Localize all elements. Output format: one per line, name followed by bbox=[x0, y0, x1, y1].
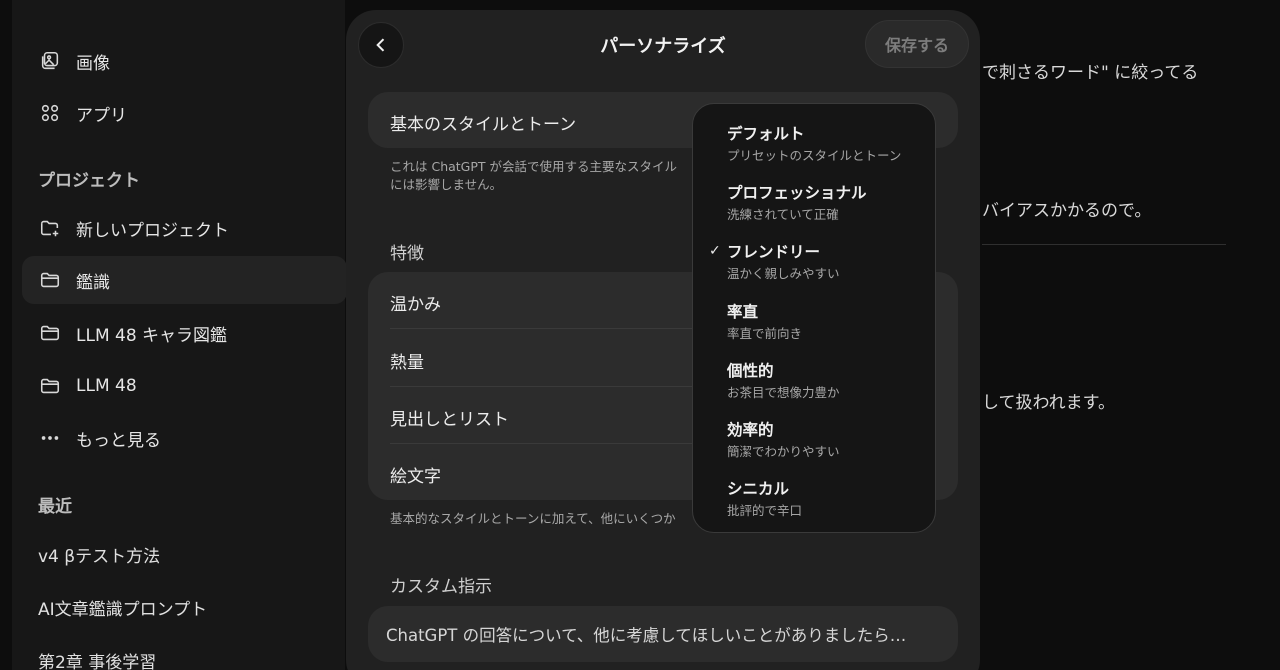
chat-text-line: して扱われます。 bbox=[982, 393, 1115, 413]
checkmark-icon: ✓ bbox=[709, 243, 721, 259]
option-description: 批評的で辛口 bbox=[727, 503, 803, 518]
option-label: 率直 bbox=[727, 303, 759, 321]
option-label: フレンドリー bbox=[727, 243, 821, 261]
custom-instructions-input[interactable]: ChatGPT の回答について、他に考慮してほしいことがありましたら… bbox=[368, 606, 958, 662]
sidebar-item-label: 画像 bbox=[76, 53, 110, 74]
base-style-description: これは ChatGPT が会話で使用する主要なスタイル bbox=[390, 159, 678, 174]
recent-chat-item[interactable]: v4 βテスト方法 bbox=[38, 542, 160, 567]
sidebar-item-project-llm48[interactable]: LLM 48 bbox=[22, 362, 347, 410]
folder-icon bbox=[38, 321, 62, 345]
sidebar-edge bbox=[0, 0, 12, 670]
sidebar-item-label: LLM 48 bbox=[76, 376, 137, 396]
sidebar-item-images[interactable]: 画像 bbox=[22, 37, 347, 85]
style-option-efficient[interactable]: 効率的 簡潔でわかりやすい bbox=[693, 418, 937, 476]
projects-heading: プロジェクト bbox=[38, 171, 140, 191]
option-label: 個性的 bbox=[727, 362, 774, 380]
traits-description: 基本的なスタイルとトーンに加えて、他にいくつか bbox=[390, 511, 676, 526]
sidebar-item-label: アプリ bbox=[76, 105, 127, 126]
option-description: プリセットのスタイルとトーン bbox=[727, 148, 902, 163]
new-folder-icon bbox=[38, 216, 62, 240]
sidebar-item-apps[interactable]: アプリ bbox=[22, 89, 347, 137]
sidebar: 画像 アプリ プロジェクト 新しいプロジェクト 鑑識 LLM 48 キャラ図鑑 … bbox=[0, 0, 347, 670]
chat-text-line: で刺さるワード" に絞ってる bbox=[982, 63, 1199, 83]
sidebar-item-new-project[interactable]: 新しいプロジェクト bbox=[22, 204, 347, 252]
option-label: 効率的 bbox=[727, 421, 774, 439]
more-dots-icon bbox=[38, 426, 62, 450]
style-dropdown-menu: デフォルト プリセットのスタイルとトーン プロフェッショナル 洗練されていて正確… bbox=[692, 103, 936, 533]
trait-headings-lists[interactable]: 見出しとリスト bbox=[390, 405, 509, 430]
base-style-label: 基本のスタイルとトーン bbox=[390, 115, 577, 135]
option-label: プロフェッショナル bbox=[727, 184, 867, 202]
option-description: 洗練されていて正確 bbox=[727, 207, 839, 222]
traits-heading: 特徴 bbox=[390, 244, 424, 264]
trait-warmth[interactable]: 温かみ bbox=[390, 290, 441, 315]
option-label: デフォルト bbox=[727, 125, 805, 143]
recent-heading: 最近 bbox=[38, 497, 72, 517]
style-option-quirky[interactable]: 個性的 お茶目で想像力豊か bbox=[693, 359, 937, 417]
sidebar-item-label: 鑑識 bbox=[76, 272, 110, 293]
chat-text-line: バイアスかかるので。 bbox=[982, 201, 1152, 221]
option-label: シニカル bbox=[727, 480, 790, 498]
chat-divider bbox=[982, 244, 1226, 245]
style-option-professional[interactable]: プロフェッショナル 洗練されていて正確 bbox=[693, 181, 937, 239]
style-option-cynical[interactable]: シニカル 批評的で辛口 bbox=[693, 477, 937, 535]
sidebar-item-label: LLM 48 キャラ図鑑 bbox=[76, 325, 228, 346]
folder-icon bbox=[38, 374, 62, 398]
style-option-candid[interactable]: 率直 率直で前向き bbox=[693, 300, 937, 358]
option-description: 率直で前向き bbox=[727, 326, 803, 341]
option-description: 簡潔でわかりやすい bbox=[727, 444, 840, 459]
save-button[interactable]: 保存する bbox=[865, 20, 969, 68]
sidebar-item-label: 新しいプロジェクト bbox=[76, 220, 229, 241]
trait-emoji[interactable]: 絵文字 bbox=[390, 462, 441, 487]
option-description: 温かく親しみやすい bbox=[727, 266, 840, 281]
apps-icon bbox=[38, 101, 62, 125]
custom-instructions-heading: カスタム指示 bbox=[390, 577, 492, 597]
recent-chat-item[interactable]: AI文章鑑識プロンプト bbox=[38, 595, 207, 620]
sidebar-item-project-kanshiki[interactable]: 鑑識 bbox=[22, 256, 347, 304]
base-style-description: には影響しません。 bbox=[390, 177, 503, 192]
sidebar-item-label: もっと見る bbox=[76, 430, 161, 451]
option-description: お茶目で想像力豊か bbox=[727, 385, 840, 400]
recent-chat-item[interactable]: 第2章 事後学習 bbox=[38, 648, 156, 670]
image-icon bbox=[38, 49, 62, 73]
sidebar-item-project-llm48-chara[interactable]: LLM 48 キャラ図鑑 bbox=[22, 309, 347, 357]
sidebar-item-more[interactable]: もっと見る bbox=[22, 414, 347, 462]
style-option-default[interactable]: デフォルト プリセットのスタイルとトーン bbox=[693, 122, 937, 180]
trait-enthusiasm[interactable]: 熱量 bbox=[390, 348, 424, 373]
style-option-friendly[interactable]: ✓ フレンドリー 温かく親しみやすい bbox=[693, 240, 937, 298]
folder-icon bbox=[38, 268, 62, 292]
